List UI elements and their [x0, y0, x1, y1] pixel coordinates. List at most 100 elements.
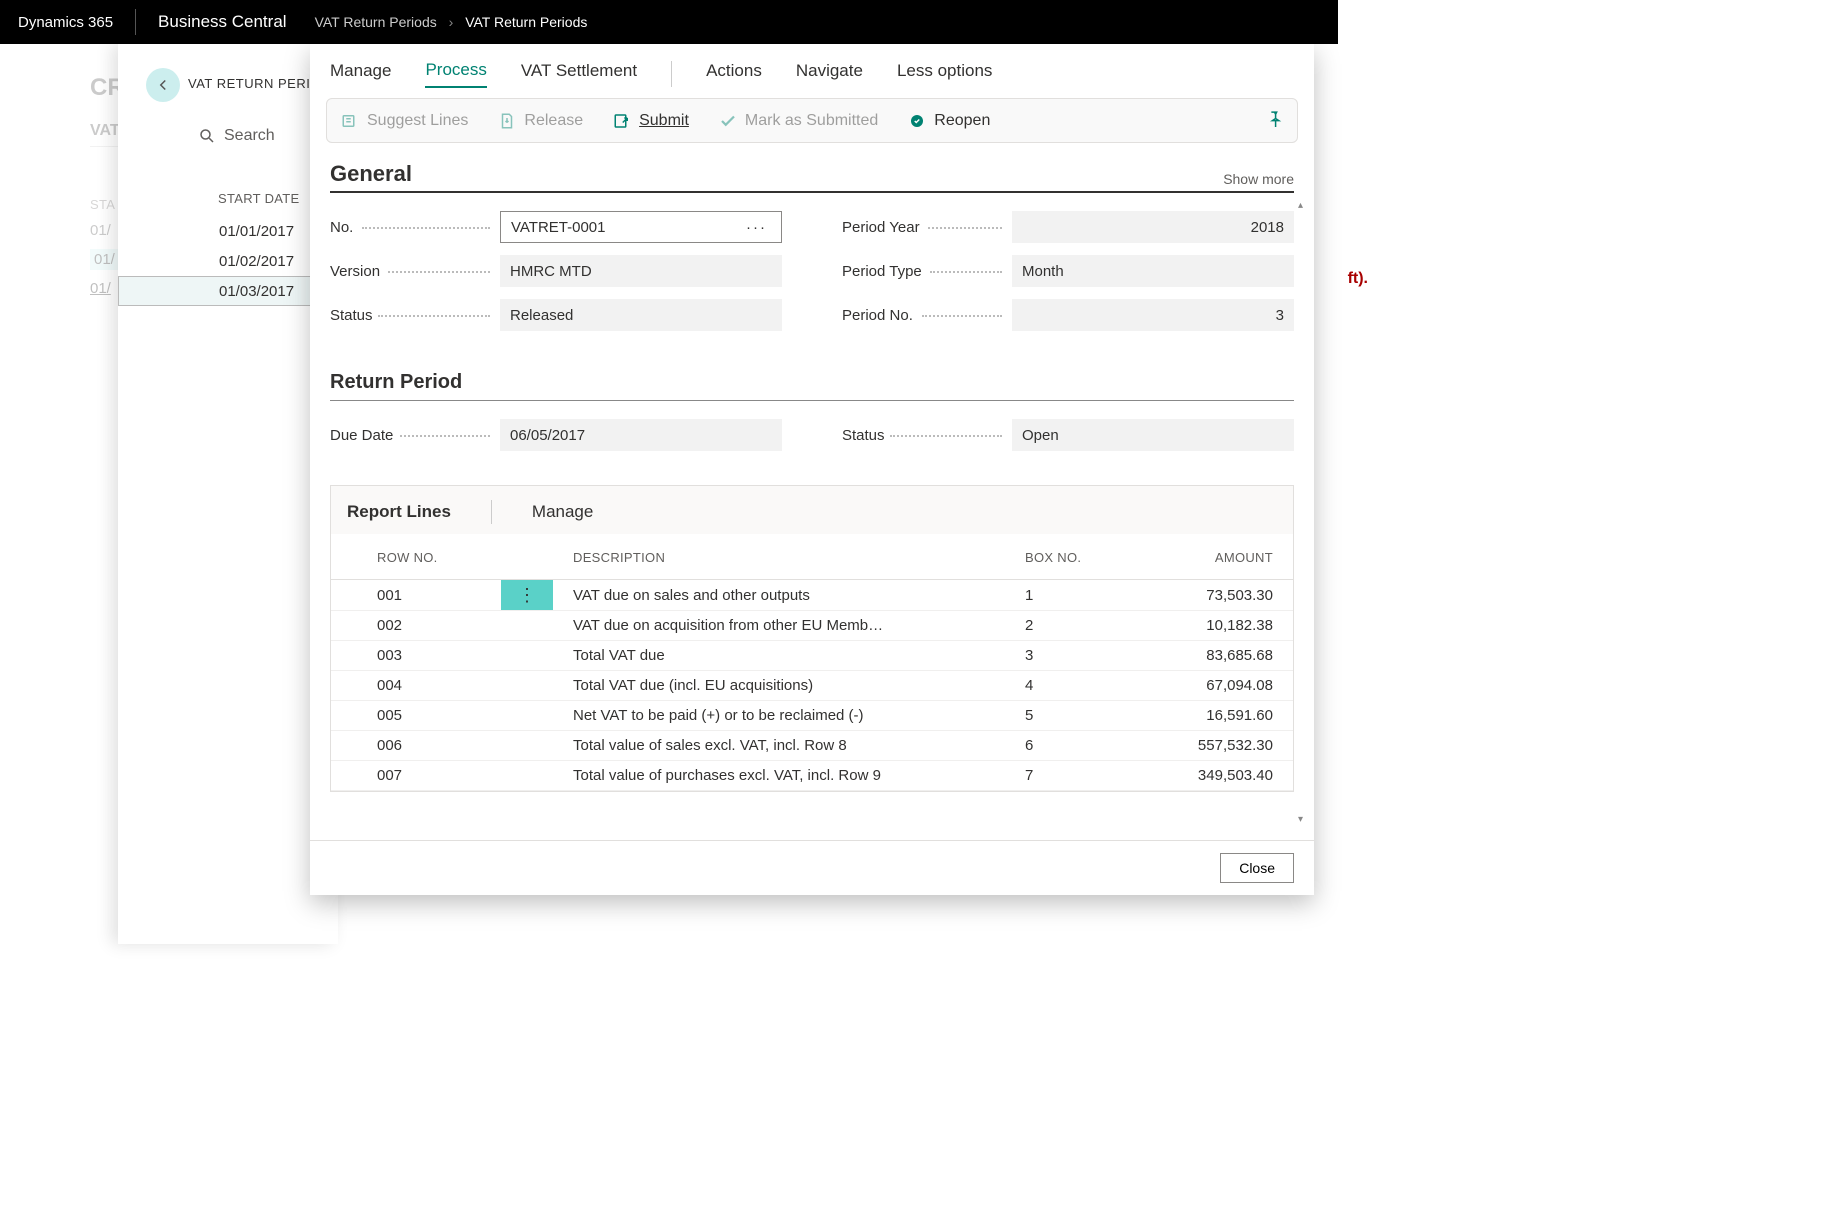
ellipsis-icon[interactable]: ···: [742, 219, 771, 236]
suggest-lines-icon: [341, 112, 359, 130]
cell-description: Total VAT due: [561, 641, 1013, 671]
col-amount[interactable]: AMOUNT: [1123, 534, 1293, 580]
due-date-label: Due Date: [330, 427, 500, 444]
scroll-up-icon[interactable]: ▴: [1298, 200, 1303, 211]
show-more-link[interactable]: Show more: [1223, 171, 1294, 187]
mark-submitted-label: Mark as Submitted: [745, 112, 878, 130]
period-type-value: Month: [1022, 263, 1064, 280]
no-label: No.: [330, 219, 500, 236]
no-field[interactable]: VATRET-0001 ···: [500, 211, 782, 243]
cell-description: Total VAT due (incl. EU acquisitions): [561, 671, 1013, 701]
modal-tabs: Manage Process VAT Settlement Actions Na…: [310, 44, 1314, 98]
breadcrumb-1[interactable]: VAT Return Periods: [315, 14, 437, 30]
period-year-field: 2018: [1012, 211, 1294, 243]
cell-kebab: [501, 761, 561, 791]
lines-tabs: Report Lines Manage: [330, 485, 1294, 534]
breadcrumb-2[interactable]: VAT Return Periods: [465, 14, 587, 30]
col-row-no[interactable]: ROW NO.: [331, 534, 501, 580]
tab-navigate[interactable]: Navigate: [796, 61, 863, 87]
chevron-right-icon: ›: [449, 14, 454, 30]
cell-amount: 10,182.38: [1123, 611, 1293, 641]
table-header-row: ROW NO. DESCRIPTION BOX NO. AMOUNT: [331, 534, 1293, 580]
return-period-title: Return Period: [330, 371, 1294, 401]
check-icon: [719, 112, 737, 130]
suggest-lines-label: Suggest Lines: [367, 112, 468, 130]
search-icon: [198, 127, 216, 145]
cell-amount: 83,685.68: [1123, 641, 1293, 671]
search-placeholder: Search: [224, 127, 275, 145]
list-row[interactable]: 01/02/2017: [118, 246, 338, 276]
tab-vat-settlement[interactable]: VAT Settlement: [521, 61, 637, 87]
back-button[interactable]: [146, 68, 180, 102]
pin-button[interactable]: [1265, 109, 1283, 132]
cell-amount: 16,591.60: [1123, 701, 1293, 731]
release-icon: [498, 112, 516, 130]
table-row[interactable]: 003Total VAT due383,685.68: [331, 641, 1293, 671]
release-action: Release: [498, 112, 583, 130]
tab-manage[interactable]: Manage: [330, 61, 391, 87]
lines-tab-separator: [491, 500, 492, 524]
list-row[interactable]: 01/03/2017: [118, 276, 338, 306]
reopen-label: Reopen: [934, 112, 990, 130]
cell-description: VAT due on acquisition from other EU Mem…: [561, 611, 1013, 641]
scroll-down-icon[interactable]: ▾: [1298, 814, 1303, 825]
scrollbar[interactable]: ▴ ▾: [1296, 200, 1312, 825]
cell-box-no: 2: [1013, 611, 1123, 641]
version-label: Version: [330, 263, 500, 280]
table-row[interactable]: 002VAT due on acquisition from other EU …: [331, 611, 1293, 641]
tab-process[interactable]: Process: [425, 60, 486, 88]
general-fields: No. VATRET-0001 ··· Period Year 2018 Ver…: [330, 211, 1294, 331]
tab-actions[interactable]: Actions: [706, 61, 762, 87]
table-row[interactable]: 005Net VAT to be paid (+) or to be recla…: [331, 701, 1293, 731]
tab-less-options[interactable]: Less options: [897, 61, 992, 87]
cell-box-no: 7: [1013, 761, 1123, 791]
status-value: Released: [510, 307, 573, 324]
cell-kebab: ⋮: [501, 580, 561, 611]
app-name[interactable]: Business Central: [158, 12, 287, 32]
process-ribbon: Suggest Lines Release Submit Mark as Sub…: [326, 98, 1298, 143]
cell-box-no: 3: [1013, 641, 1123, 671]
close-button[interactable]: Close: [1220, 853, 1294, 883]
cell-row-no: 001: [331, 580, 501, 611]
vat-return-modal: Manage Process VAT Settlement Actions Na…: [310, 44, 1314, 895]
table-row[interactable]: 006Total value of sales excl. VAT, incl.…: [331, 731, 1293, 761]
cell-description: Total value of purchases excl. VAT, incl…: [561, 761, 1013, 791]
arrow-left-icon: [154, 76, 172, 94]
list-row[interactable]: 01/01/2017: [118, 216, 338, 246]
cell-amount: 73,503.30: [1123, 580, 1293, 611]
col-description[interactable]: DESCRIPTION: [561, 534, 1013, 580]
list-rows: 01/01/2017 01/02/2017 01/03/2017: [118, 216, 338, 306]
version-field: HMRC MTD: [500, 255, 782, 287]
cell-row-no: 005: [331, 701, 501, 731]
lines-tab-manage[interactable]: Manage: [532, 502, 593, 532]
period-year-label: Period Year: [842, 219, 1012, 236]
submit-action[interactable]: Submit: [613, 112, 689, 130]
table-row[interactable]: 004 Total VAT due (incl. EU acquisitions)…: [331, 671, 1293, 701]
lines-tab-report[interactable]: Report Lines: [347, 502, 451, 532]
cell-row-no: 004: [331, 671, 501, 701]
cell-kebab: [501, 671, 561, 701]
report-lines-grid: ROW NO. DESCRIPTION BOX NO. AMOUNT 001⋮ V…: [330, 534, 1294, 792]
no-value: VATRET-0001: [511, 219, 605, 236]
topbar: Dynamics 365 Business Central VAT Return…: [0, 0, 1338, 44]
pin-icon: [1265, 109, 1283, 127]
reopen-action[interactable]: Reopen: [908, 112, 990, 130]
cell-description: VAT due on sales and other outputs: [561, 580, 1013, 611]
period-no-label: Period No.: [842, 307, 1012, 324]
general-section-header: General Show more: [330, 161, 1294, 193]
period-no-value: 3: [1276, 307, 1284, 324]
cell-kebab: [501, 611, 561, 641]
col-box-no[interactable]: BOX NO.: [1013, 534, 1123, 580]
topbar-separator: [135, 9, 136, 35]
row-actions-button[interactable]: ⋮: [501, 580, 553, 610]
return-period-fields: Due Date 06/05/2017 Status Open: [330, 419, 1294, 451]
bg-right-text: ft).: [1348, 270, 1368, 288]
cell-row-no: 007: [331, 761, 501, 791]
rp-status-field: Open: [1012, 419, 1294, 451]
cell-description: Total value of sales excl. VAT, incl. Ro…: [561, 731, 1013, 761]
table-row[interactable]: 007 Total value of purchases excl. VAT, i…: [331, 761, 1293, 791]
table-row[interactable]: 001⋮VAT due on sales and other outputs17…: [331, 580, 1293, 611]
due-date-field: 06/05/2017: [500, 419, 782, 451]
cell-kebab: [501, 731, 561, 761]
cell-amount: 557,532.30: [1123, 731, 1293, 761]
